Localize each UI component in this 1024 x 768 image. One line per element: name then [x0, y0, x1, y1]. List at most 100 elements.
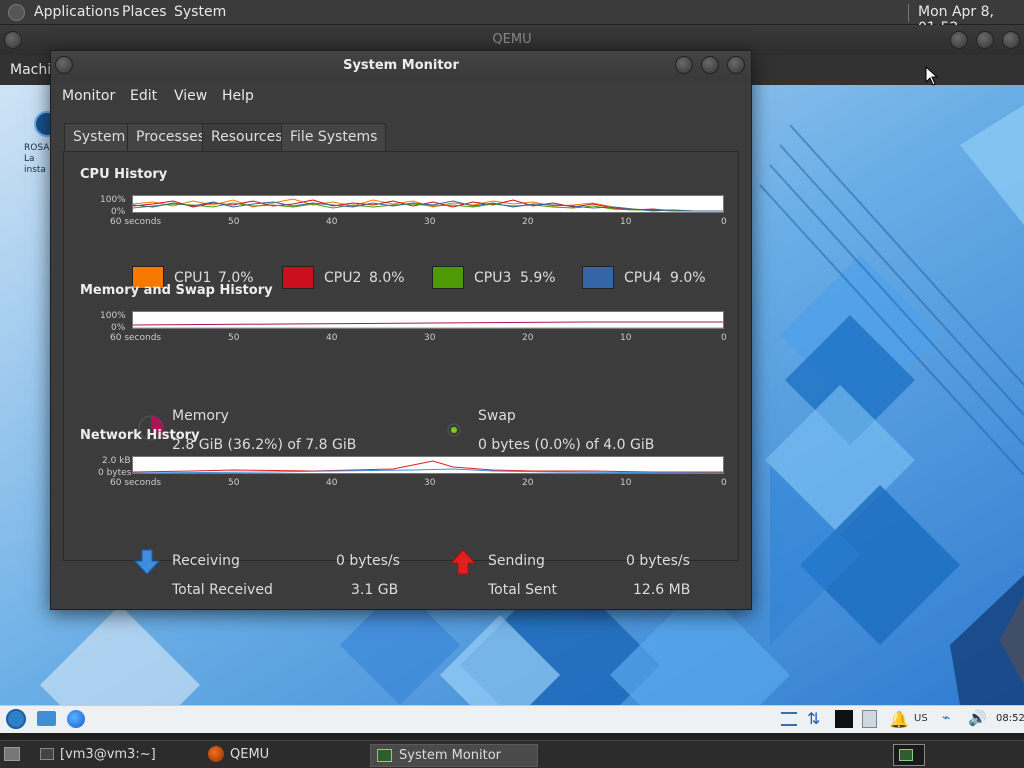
axis-50: 50 — [228, 478, 240, 488]
axis-20: 20 — [522, 217, 534, 227]
swap-pie-icon[interactable] — [446, 422, 462, 438]
minimize-button[interactable] — [675, 56, 693, 74]
cpu3-color-button[interactable] — [432, 266, 464, 289]
memory-ymin: 0% — [111, 323, 126, 333]
receiving-label: Receiving — [172, 553, 240, 569]
network-history-title: Network History — [80, 428, 200, 443]
usb-icon[interactable]: ⌁ — [942, 710, 950, 726]
task-system-monitor[interactable]: System Monitor — [370, 744, 538, 767]
settings-sliders-icon[interactable] — [781, 712, 797, 726]
network-graph-lines — [132, 460, 724, 474]
host-taskbar: [vm3@vm3:~] QEMU System Monitor — [0, 740, 1024, 768]
axis-0: 0 — [721, 478, 727, 488]
tab-processes[interactable]: Processes — [127, 123, 215, 151]
tab-system[interactable]: System — [64, 123, 135, 151]
guest-clock[interactable]: 08:52 — [996, 713, 1024, 724]
axis-20: 20 — [522, 478, 534, 488]
menu-monitor[interactable]: Monitor — [62, 88, 115, 104]
memory-graph-lines — [132, 321, 723, 329]
cpu4-color-button[interactable] — [582, 266, 614, 289]
notification-bell-icon[interactable]: 🔔 — [889, 710, 909, 729]
menu-help[interactable]: Help — [222, 88, 254, 104]
clipboard-icon[interactable] — [862, 710, 877, 728]
swap-value: 0 bytes (0.0%) of 4.0 GiB — [478, 437, 655, 453]
volume-icon[interactable]: 🔊 — [968, 709, 987, 727]
close-button[interactable] — [727, 56, 745, 74]
axis-10: 10 — [620, 217, 632, 227]
axis-20: 20 — [522, 333, 534, 343]
cpu4-label: CPU4 — [624, 270, 662, 286]
receiving-arrow-icon[interactable] — [134, 549, 160, 575]
task-system-monitor-label: System Monitor — [399, 748, 502, 763]
axis-30: 30 — [424, 478, 436, 488]
terminal-task-icon — [40, 748, 54, 760]
axis-0: 0 — [721, 217, 727, 227]
cpu-ymin: 0% — [111, 207, 126, 217]
task-qemu-label: QEMU — [230, 747, 270, 762]
menu-edit[interactable]: Edit — [130, 88, 157, 104]
close-button[interactable] — [1002, 31, 1020, 49]
installer-label: ROSA La insta — [24, 143, 50, 175]
system-monitor-window: System Monitor Monitor Edit View Help Sy… — [50, 50, 752, 610]
cpu-history-graph — [132, 195, 724, 213]
firefox-icon[interactable] — [67, 710, 85, 728]
window-title: System Monitor — [343, 58, 459, 73]
workspace-monitor-icon — [899, 749, 913, 761]
memory-history-title: Memory and Swap History — [80, 283, 273, 298]
axis-60-seconds: 60 seconds — [110, 333, 162, 343]
receiving-value: 0 bytes/s — [336, 553, 400, 569]
qemu-window-title: QEMU — [492, 32, 532, 47]
total-sent-label: Total Sent — [488, 582, 558, 598]
rosa-menu-icon[interactable] — [6, 709, 26, 729]
system-monitor-titlebar[interactable]: System Monitor — [51, 51, 751, 81]
maximize-button[interactable] — [701, 56, 719, 74]
task-qemu[interactable]: QEMU — [202, 744, 368, 767]
resources-panel: CPU History 100% 0% 60 seconds 50 40 30 … — [63, 151, 739, 598]
menu-view[interactable]: View — [174, 88, 207, 104]
network-history-graph — [132, 456, 724, 474]
minimize-button[interactable] — [950, 31, 968, 49]
menu-applications[interactable]: Applications — [34, 4, 120, 20]
guest-bottom-panel: ⇅ 🔔 US ⌁ 🔊 08:52 — [0, 705, 1024, 733]
axis-50: 50 — [228, 333, 240, 343]
network-ymax: 2.0 kB — [102, 456, 131, 466]
task-terminal[interactable]: [vm3@vm3:~] — [32, 744, 202, 767]
desktop-icon-installer[interactable]: ROSA La insta — [22, 109, 60, 179]
show-desktop-icon[interactable] — [4, 747, 20, 761]
qemu-task-icon — [208, 746, 224, 762]
axis-40: 40 — [326, 333, 338, 343]
keyboard-layout-indicator[interactable]: US — [914, 713, 928, 724]
window-menu-button[interactable] — [55, 56, 73, 74]
cpu4-value: 9.0% — [670, 270, 706, 286]
menu-system[interactable]: System — [174, 4, 226, 20]
network-updown-icon[interactable]: ⇅ — [807, 709, 820, 728]
applications-icon[interactable] — [8, 4, 25, 21]
axis-10: 10 — [620, 333, 632, 343]
cpu-ymax: 100% — [100, 195, 126, 205]
memory-history-graph — [132, 311, 724, 329]
axis-30: 30 — [424, 217, 436, 227]
file-manager-icon[interactable] — [37, 711, 56, 726]
sending-arrow-icon[interactable] — [450, 549, 476, 575]
terminal-icon[interactable] — [835, 710, 853, 728]
cpu2-label: CPU2 — [324, 270, 362, 286]
axis-0: 0 — [721, 333, 727, 343]
axis-10: 10 — [620, 478, 632, 488]
axis-50: 50 — [228, 217, 240, 227]
cpu3-label: CPU3 — [474, 270, 512, 286]
maximize-button[interactable] — [976, 31, 994, 49]
axis-60-seconds: 60 seconds — [110, 217, 162, 227]
tab-file-systems[interactable]: File Systems — [281, 123, 387, 151]
swap-label: Swap — [478, 408, 516, 424]
total-received-label: Total Received — [172, 582, 273, 598]
mouse-cursor — [925, 66, 939, 86]
system-monitor-task-icon — [377, 749, 392, 762]
cpu-graph-lines — [132, 198, 723, 212]
menu-places[interactable]: Places — [122, 4, 167, 20]
cpu2-color-button[interactable] — [282, 266, 314, 289]
memory-label: Memory — [172, 408, 229, 424]
network-ymin: 0 bytes — [98, 468, 132, 478]
sending-value: 0 bytes/s — [626, 553, 690, 569]
tab-resources[interactable]: Resources — [202, 123, 292, 152]
axis-30: 30 — [424, 333, 436, 343]
